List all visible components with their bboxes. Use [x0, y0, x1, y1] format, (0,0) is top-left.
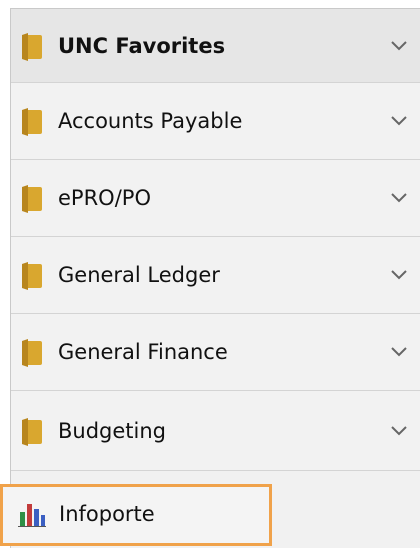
chevron-down-icon[interactable]: [390, 40, 408, 52]
folder-icon: [22, 339, 42, 367]
menu-item-label: Budgeting: [58, 418, 167, 443]
bar-chart-icon: [18, 504, 46, 527]
menu-item-label: ePRO/PO: [58, 186, 151, 210]
navigation-page: UNC Favorites Accounts Payable ePRO/PO G…: [0, 0, 420, 548]
menu-item-general-ledger[interactable]: General Ledger: [11, 237, 420, 314]
folder-icon: [22, 262, 42, 290]
menu-item-label: Accounts Payable: [58, 109, 243, 133]
infoporte-link[interactable]: Infoporte: [0, 484, 272, 546]
folder-icon: [22, 185, 42, 213]
chevron-down-icon[interactable]: [390, 425, 408, 437]
folder-icon: [22, 417, 42, 446]
folder-icon: [22, 32, 42, 61]
chevron-down-icon[interactable]: [390, 269, 408, 281]
menu-item-label: General Finance: [58, 340, 228, 364]
menu-item-label: General Ledger: [58, 263, 220, 287]
infoporte-label: Infoporte: [59, 502, 155, 526]
chevron-down-icon[interactable]: [390, 115, 408, 127]
chevron-down-icon[interactable]: [390, 346, 408, 358]
chevron-down-icon[interactable]: [390, 192, 408, 204]
menu-item-unc-favorites[interactable]: UNC Favorites: [11, 9, 420, 83]
menu-item-accounts-payable[interactable]: Accounts Payable: [11, 83, 420, 160]
menu-item-label: UNC Favorites: [58, 33, 226, 58]
menu-item-epro-po[interactable]: ePRO/PO: [11, 160, 420, 237]
navigation-menu: UNC Favorites Accounts Payable ePRO/PO G…: [10, 8, 420, 548]
folder-icon: [22, 108, 42, 136]
menu-item-budgeting[interactable]: Budgeting: [11, 391, 420, 471]
menu-item-general-finance[interactable]: General Finance: [11, 314, 420, 391]
